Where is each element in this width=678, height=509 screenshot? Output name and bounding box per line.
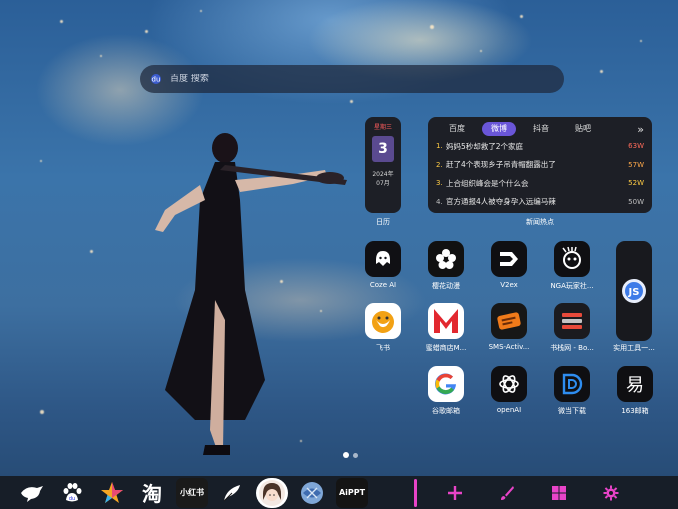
aippt-text: AiPPT [338, 488, 366, 497]
search-input[interactable] [170, 74, 550, 84]
app-nga[interactable]: NGA玩家社... [544, 241, 600, 291]
hot-news-tabs: 百度 微博 抖音 贴吧 » [436, 121, 644, 137]
app-toolkit[interactable]: JS [616, 241, 652, 341]
nga-icon [554, 241, 590, 277]
search-bar[interactable]: du [140, 65, 564, 93]
app-label: 书栈网 - Bo... [550, 344, 594, 352]
app-label: 微当下载 [558, 407, 586, 415]
avatar-icon[interactable] [256, 477, 288, 508]
feishu-icon [365, 303, 401, 339]
news-title: 上合组织峰会是个什么会 [446, 178, 529, 188]
mall-icon [428, 303, 464, 339]
page-dot[interactable] [353, 452, 358, 458]
more-arrow-icon[interactable]: » [637, 123, 644, 136]
news-rank: 2. [436, 160, 443, 169]
page-indicator[interactable] [343, 452, 358, 458]
add-icon[interactable] [446, 484, 464, 502]
app-label: 樱花动漫 [432, 282, 460, 290]
sakura-icon [428, 241, 464, 277]
news-item[interactable]: 3. 上合组织峰会是个什么会 52W [436, 174, 644, 193]
app-sms-activate[interactable]: SMS-Activ... [481, 303, 537, 351]
163-mail-icon: 易 [617, 366, 653, 402]
brush-icon[interactable] [498, 484, 516, 502]
bookstack-icon [554, 303, 590, 339]
calendar-widget[interactable]: 星期三 3 2024年 07月 [365, 117, 401, 213]
svg-text:JS: JS [628, 287, 640, 298]
toolkit-icon: JS [622, 279, 646, 303]
calendar-label: 日历 [376, 218, 390, 226]
baidu-paw-icon[interactable]: du [56, 478, 88, 508]
app-label: SMS-Activ... [488, 343, 530, 351]
calendar-weekday: 星期三 [373, 124, 392, 131]
windows-icon[interactable] [550, 484, 568, 502]
sms-icon [491, 303, 527, 339]
wallpaper-violinist [155, 133, 347, 455]
news-title: 赶了4个表现乡子吊青帽翻露出了 [446, 160, 556, 170]
calendar-year-month: 2024年 07月 [372, 170, 393, 188]
app-label: NGA玩家社... [550, 282, 594, 290]
dock-separator [414, 478, 417, 507]
app-label: Coze AI [369, 281, 397, 289]
xiaohongshu-text: 小红书 [180, 488, 204, 497]
calendar-year: 2024年 [372, 171, 394, 178]
app-v2ex[interactable]: V2ex [481, 241, 537, 289]
bird-icon[interactable] [16, 478, 48, 508]
app-label: 蜜蜡商店M... [425, 344, 467, 352]
app-label: 实用工具一... [613, 344, 655, 352]
calendar-month: 07月 [376, 180, 390, 187]
app-label: openAI [496, 406, 522, 414]
app-feishu[interactable]: 飞书 [355, 303, 411, 353]
app-label: V2ex [500, 281, 518, 289]
quill-icon[interactable] [216, 478, 248, 508]
news-heat: 50W [628, 197, 644, 206]
taobao-icon[interactable]: 淘 [136, 478, 168, 508]
google-icon [428, 366, 464, 402]
news-item[interactable]: 4. 官方通报4人被夺身孕入远编马辣 50W [436, 193, 644, 212]
app-weidang[interactable]: 微当下载 [544, 366, 600, 416]
svg-text:du: du [152, 76, 161, 84]
news-heat: 63W [628, 142, 644, 151]
aippt-icon[interactable]: AiPPT [336, 477, 368, 508]
tab-baidu[interactable]: 百度 [436, 122, 478, 136]
app-label: 谷歌邮箱 [432, 407, 460, 415]
app-openai[interactable]: openAI [481, 366, 537, 414]
app-label: 163邮箱 [621, 407, 649, 415]
baidu-logo-icon: du [151, 74, 161, 84]
app-bookstack[interactable]: 书栈网 - Bo... [544, 303, 600, 353]
hot-news-label: 新闻热点 [526, 218, 554, 226]
page-dot-active[interactable] [343, 452, 349, 458]
coze-icon [365, 241, 401, 277]
dock-bar: du 淘 小红书 AiPPT [0, 476, 678, 509]
tab-weibo[interactable]: 微博 [482, 122, 516, 136]
app-label: 飞书 [376, 344, 390, 352]
tab-tieba[interactable]: 贴吧 [562, 122, 604, 136]
hot-news-widget: 百度 微博 抖音 贴吧 » 1. 妈妈5秒却救了2个家庭 63W 2. 赶了4个… [428, 117, 652, 213]
svg-text:易: 易 [626, 375, 644, 396]
news-item[interactable]: 2. 赶了4个表现乡子吊青帽翻露出了 57W [436, 156, 644, 175]
calendar-day: 3 [372, 136, 394, 162]
news-heat: 57W [628, 160, 644, 169]
taobao-text: 淘 [142, 482, 162, 506]
news-rank: 3. [436, 179, 443, 188]
svg-text:du: du [69, 496, 75, 502]
openai-icon [491, 366, 527, 402]
app-gmail[interactable]: 谷歌邮箱 [418, 366, 474, 416]
v2ex-icon [491, 241, 527, 277]
news-rank: 4. [436, 197, 443, 206]
app-mall[interactable]: 蜜蜡商店M... [418, 303, 474, 353]
app-coze[interactable]: Coze AI [355, 241, 411, 289]
news-title: 官方通报4人被夺身孕入远编马辣 [446, 197, 556, 207]
news-item[interactable]: 1. 妈妈5秒却救了2个家庭 63W [436, 137, 644, 156]
news-heat: 52W [628, 179, 644, 188]
star-icon[interactable] [96, 478, 128, 508]
feather-ball-icon[interactable] [296, 478, 328, 508]
app-163-mail[interactable]: 易 163邮箱 [607, 366, 663, 416]
app-sakura[interactable]: 樱花动漫 [418, 241, 474, 291]
news-title: 妈妈5秒却救了2个家庭 [446, 141, 524, 151]
xiaohongshu-icon[interactable]: 小红书 [176, 477, 208, 508]
tab-douyin[interactable]: 抖音 [520, 122, 562, 136]
weidang-icon [554, 366, 590, 402]
gear-icon[interactable] [602, 484, 620, 502]
news-rank: 1. [436, 142, 443, 151]
